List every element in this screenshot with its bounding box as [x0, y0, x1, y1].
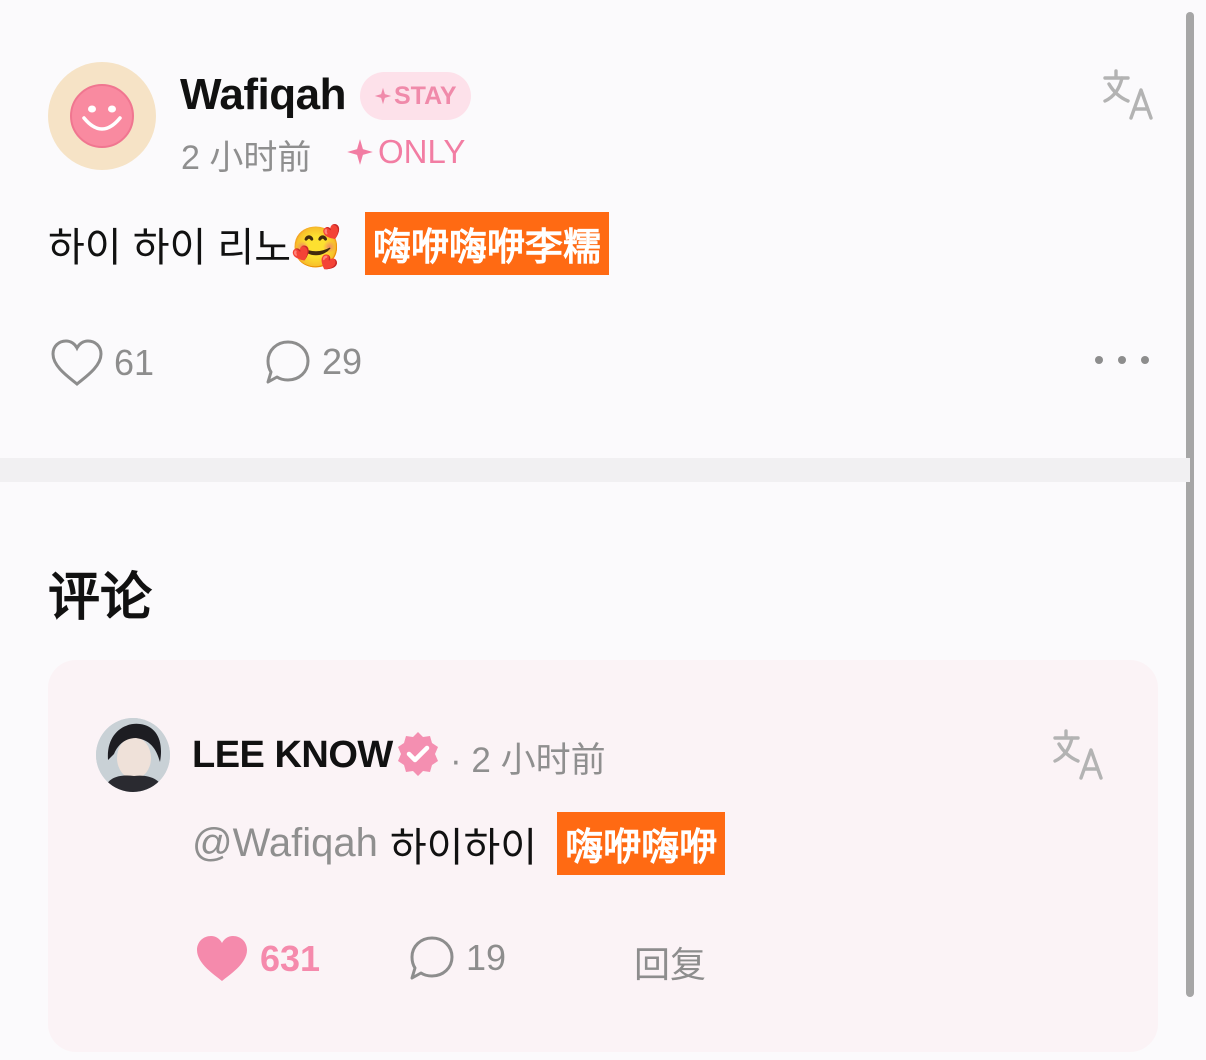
comment-reply-count: 19 [466, 937, 507, 978]
like-button[interactable]: 61 [50, 338, 154, 388]
more-dot-icon [1095, 356, 1103, 364]
more-dot-icon [1141, 356, 1149, 364]
comment-reply-count-button[interactable]: 19 [408, 934, 506, 982]
comment-like-button[interactable]: 631 [194, 934, 320, 984]
comment-bubble-icon [410, 936, 454, 980]
more-options-button[interactable] [1095, 350, 1149, 370]
post-text: 하이 하이 리노🥰 嗨咿嗨咿李糯 [48, 212, 609, 275]
badge-label: STAY [394, 81, 457, 110]
like-count: 61 [114, 342, 155, 383]
section-divider [0, 458, 1190, 482]
commenter-avatar[interactable] [96, 718, 170, 792]
sparkle-icon [347, 139, 373, 165]
comment-bubble-icon [266, 340, 310, 384]
only-tag: ONLY [346, 133, 465, 171]
comment-button[interactable]: 29 [264, 338, 362, 386]
translate-icon [1053, 729, 1103, 780]
smiley-face-icon [70, 84, 134, 148]
author-avatar[interactable] [48, 62, 156, 170]
post-body: 하이 하이 리노🥰 [48, 225, 341, 270]
comment-mention[interactable]: @Wafiqah [192, 821, 378, 866]
comment-count: 29 [322, 341, 363, 382]
comment-body: 하이하이 [389, 825, 538, 870]
only-label: ONLY [378, 133, 466, 170]
post: Wafiqah STAY 2 小时前 ONLY 하이 하이 리노🥰 嗨咿嗨咿李糯 [0, 0, 1190, 458]
translate-button[interactable] [1102, 68, 1154, 120]
post-time: 2 小时前 [181, 139, 312, 177]
comment-time: · 2 小时前 [450, 741, 606, 780]
commenter-name[interactable]: LEE KNOW [192, 734, 393, 777]
sparkle-icon [374, 87, 392, 105]
profile-photo-icon [96, 718, 170, 792]
translate-icon [1103, 69, 1153, 120]
comment-translate-button[interactable] [1052, 728, 1104, 780]
verified-badge [394, 730, 442, 778]
comment-like-count: 631 [260, 938, 321, 979]
stay-badge: STAY [360, 72, 471, 120]
comments-title: 评论 [48, 569, 153, 627]
post-translation: 嗨咿嗨咿李糯 [364, 212, 609, 275]
heart-filled-icon [197, 936, 247, 981]
reply-button[interactable]: 回复 [634, 936, 706, 988]
comment-card: LEE KNOW · 2 小时前 @Wafiqah 하이하이 嗨咿嗨咿 631 … [48, 660, 1158, 1052]
more-dot-icon [1118, 356, 1126, 364]
verified-check-icon [398, 732, 438, 776]
heart-outline-icon [51, 339, 103, 386]
comment-text: @Wafiqah 하이하이 嗨咿嗨咿 [192, 812, 726, 875]
comment-translation: 嗨咿嗨咿 [557, 812, 726, 875]
author-name[interactable]: Wafiqah [180, 70, 346, 120]
